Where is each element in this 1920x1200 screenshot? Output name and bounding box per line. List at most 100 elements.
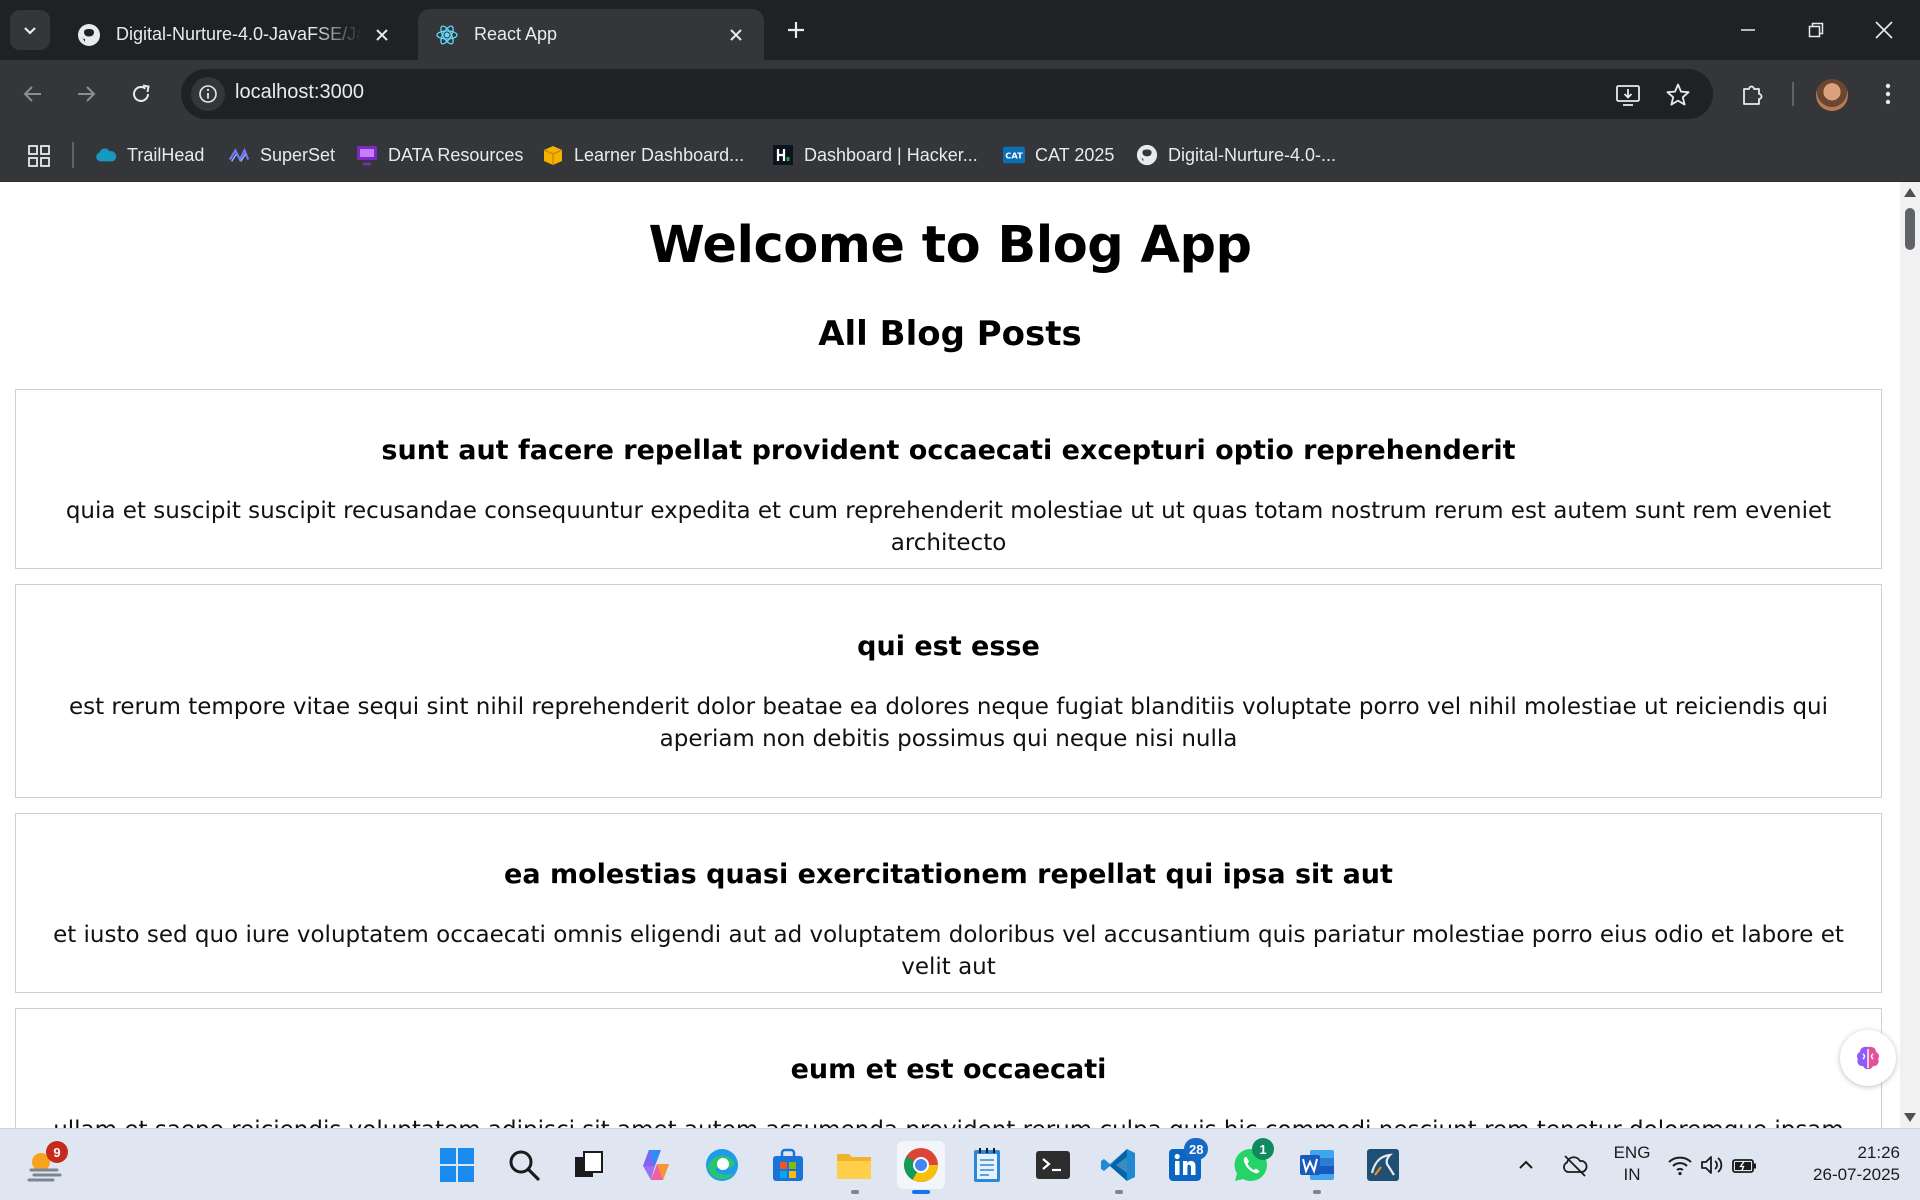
restore-button[interactable] [1792, 8, 1840, 52]
more-vertical-icon [1885, 83, 1891, 105]
region-code: IN [1623, 1165, 1641, 1184]
bookmark-superset[interactable]: SuperSet [228, 140, 335, 170]
word-button[interactable] [1293, 1141, 1341, 1189]
onedrive-button[interactable] [1551, 1141, 1599, 1189]
chrome-icon [904, 1148, 938, 1182]
bookmark-cat-2025[interactable]: CAT CAT 2025 [1003, 140, 1114, 170]
running-indicator [851, 1190, 859, 1194]
active-indicator [912, 1190, 930, 1194]
language-indicator[interactable]: ENG IN [1604, 1142, 1660, 1186]
close-icon[interactable] [724, 23, 748, 47]
show-hidden-icons-button[interactable] [1502, 1141, 1550, 1189]
page-subtitle: All Blog Posts [818, 314, 1082, 354]
url-text[interactable]: localhost:3000 [235, 81, 364, 104]
wifi-icon [1668, 1156, 1692, 1176]
task-view-icon [575, 1151, 603, 1177]
bookmark-learner-dashboard[interactable]: Learner Dashboard... [542, 140, 744, 170]
search-button[interactable] [500, 1141, 548, 1189]
tab-github[interactable]: Digital-Nurture-4.0-JavaFSE/Java [60, 9, 410, 60]
reload-button[interactable] [121, 74, 161, 114]
vscode-button[interactable] [1095, 1141, 1143, 1189]
mysql-workbench-button[interactable] [1359, 1141, 1407, 1189]
back-button[interactable] [13, 74, 53, 114]
blog-post-card: qui est esse est rerum tempore vitae seq… [15, 584, 1882, 798]
folder-icon [837, 1154, 871, 1179]
scrollbar-thumb[interactable] [1905, 208, 1915, 250]
toolbar-divider [1792, 82, 1794, 106]
microsoft-store-button[interactable] [764, 1141, 812, 1189]
close-icon [1875, 21, 1893, 39]
chevron-down-icon [24, 27, 36, 35]
file-explorer-button[interactable] [830, 1141, 878, 1189]
minimize-button[interactable] [1724, 8, 1772, 52]
copilot-icon [643, 1150, 669, 1180]
address-bar[interactable]: localhost:3000 [181, 69, 1713, 119]
bookmarks-bar: TrailHead SuperSet DATA Resources Learne… [0, 128, 1920, 182]
menu-button[interactable] [1868, 74, 1908, 114]
search-icon [509, 1150, 540, 1181]
chrome-button[interactable] [897, 1141, 945, 1189]
bookmark-hackerrank[interactable]: Dashboard | Hacker... [772, 140, 978, 170]
bookmark-data-resources[interactable]: DATA Resources [356, 140, 523, 170]
bookmark-label: SuperSet [260, 144, 336, 165]
tab-react-app[interactable]: React App [418, 9, 764, 60]
apps-grid-icon [28, 145, 50, 167]
windows-logo-icon [440, 1148, 474, 1182]
close-window-button[interactable] [1860, 8, 1908, 52]
apps-button[interactable] [24, 141, 54, 171]
clock-time: 21:26 [1857, 1143, 1900, 1162]
tab-search-button[interactable] [10, 10, 50, 50]
network-sound-battery-button[interactable] [1664, 1141, 1760, 1189]
react-icon [434, 22, 460, 48]
notepad-icon [974, 1148, 1000, 1182]
info-icon [199, 85, 217, 103]
post-title: sunt aut facere repellat provident occae… [381, 435, 1516, 466]
store-icon [773, 1148, 803, 1181]
blog-post-card: eum et est occaecati ullam et saepe reic… [15, 1008, 1882, 1128]
cat-icon: CAT [1003, 144, 1025, 166]
hackerrank-icon [772, 144, 794, 166]
new-tab-button[interactable] [780, 14, 812, 46]
bookmark-label: TrailHead [127, 144, 205, 165]
svg-text:CAT: CAT [1005, 151, 1023, 161]
brain-icon [1856, 1046, 1880, 1070]
page-scrollbar[interactable] [1900, 182, 1920, 1128]
github-icon [1136, 144, 1158, 166]
edge-icon [706, 1149, 738, 1181]
task-view-button[interactable] [565, 1141, 613, 1189]
install-app-button[interactable] [1611, 78, 1645, 112]
notepad-button[interactable] [963, 1141, 1011, 1189]
extensions-button[interactable] [1733, 74, 1773, 114]
site-info-button[interactable] [191, 77, 225, 111]
terminal-button[interactable] [1029, 1141, 1077, 1189]
scroll-down-arrow-icon[interactable] [1904, 1113, 1916, 1122]
post-body: quia et suscipit suscipit recusandae con… [65, 498, 1832, 556]
bookmark-digital-nurture[interactable]: Digital-Nurture-4.0-... [1136, 140, 1336, 170]
weather-badge: 9 [46, 1141, 68, 1163]
forward-button[interactable] [66, 74, 106, 114]
data-resources-icon [356, 144, 378, 166]
profile-avatar[interactable] [1816, 79, 1848, 111]
post-title: eum et est occaecati [790, 1054, 1107, 1085]
edge-button[interactable] [698, 1141, 746, 1189]
bookmark-star-button[interactable] [1661, 78, 1695, 112]
restore-icon [1808, 22, 1824, 38]
bookmarks-divider [72, 142, 74, 168]
post-title: ea molestias quasi exercitationem repell… [504, 859, 1393, 890]
scroll-up-arrow-icon[interactable] [1904, 188, 1916, 197]
salesforce-cloud-icon [95, 144, 117, 166]
start-button[interactable] [433, 1141, 481, 1189]
bookmark-label: Dashboard | Hacker... [804, 144, 978, 165]
blog-post-card: sunt aut facere repellat provident occae… [15, 389, 1882, 569]
bookmark-trailhead[interactable]: TrailHead [95, 140, 204, 170]
clock[interactable]: 21:26 26-07-2025 [1784, 1142, 1900, 1186]
blog-post-card: ea molestias quasi exercitationem repell… [15, 813, 1882, 993]
tab-title: React App [474, 24, 558, 44]
copilot-button[interactable] [632, 1141, 680, 1189]
superset-icon [228, 144, 250, 166]
clock-date: 26-07-2025 [1813, 1165, 1900, 1184]
word-icon [1300, 1150, 1334, 1180]
close-icon[interactable] [370, 23, 394, 47]
ai-assistant-button[interactable] [1840, 1030, 1896, 1086]
running-indicator [1115, 1190, 1123, 1194]
